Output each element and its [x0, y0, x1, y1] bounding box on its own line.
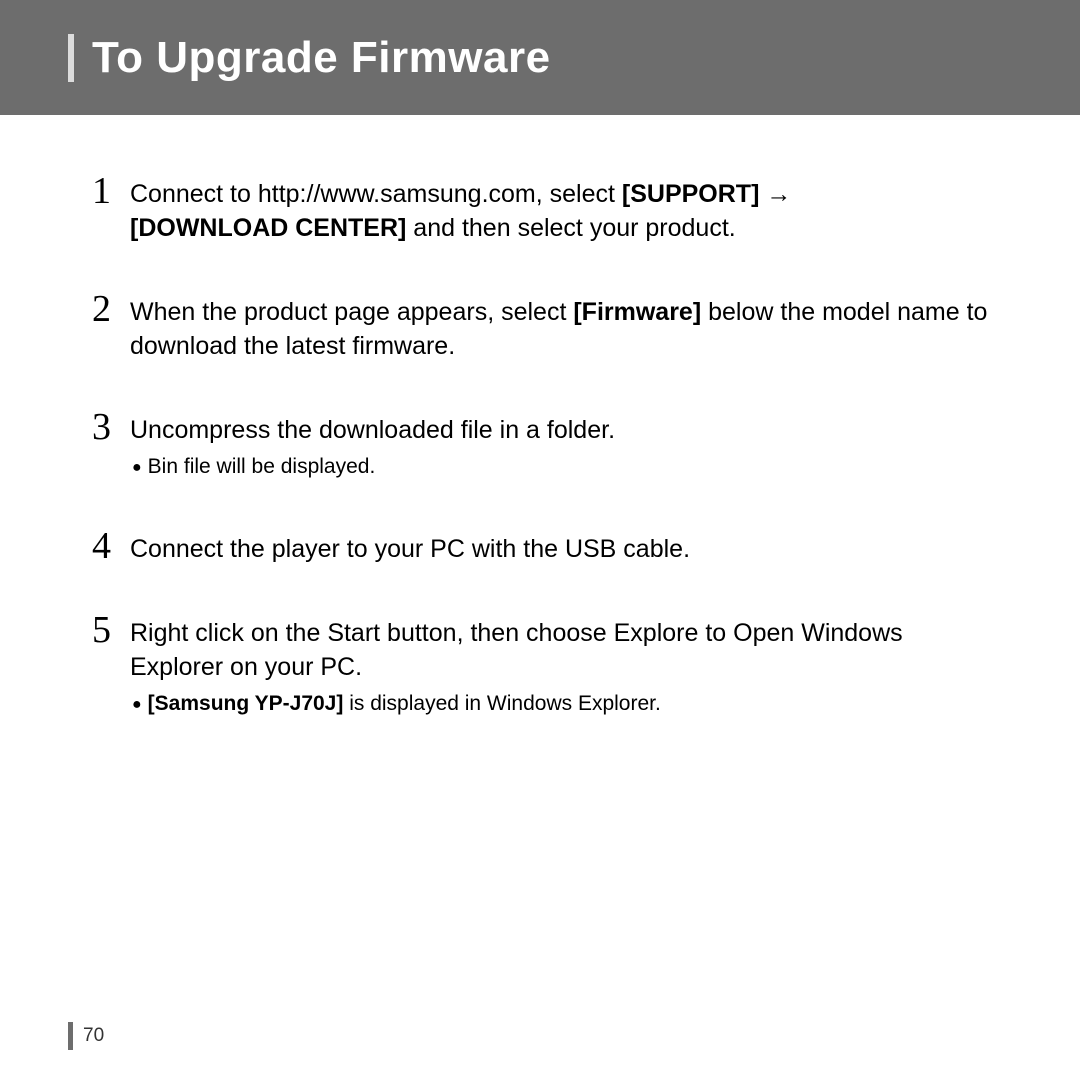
step-2: 2 When the product page appears, select …: [92, 293, 988, 363]
step-number: 2: [92, 293, 120, 325]
step-3: 3 Uncompress the downloaded file in a fo…: [92, 411, 988, 482]
content-body: 1 Connect to http://www.samsung.com, sel…: [0, 115, 1080, 719]
bullet-icon: ●: [132, 454, 142, 482]
step-5: 5 Right click on the Start button, then …: [92, 614, 988, 719]
step-number: 5: [92, 614, 120, 646]
text: Connect the player to your PC with the U…: [130, 535, 690, 563]
sub-bullet: ● Bin file will be displayed.: [130, 453, 988, 482]
text: and then select your product.: [406, 214, 735, 242]
header-rule: [68, 34, 74, 82]
footer-rule: [68, 1022, 73, 1050]
step-text: Uncompress the downloaded file in a fold…: [130, 411, 988, 482]
page-footer: 70: [68, 1022, 104, 1050]
bold-text: [Firmware]: [573, 298, 701, 326]
page-header: To Upgrade Firmware: [0, 0, 1080, 115]
step-number: 1: [92, 175, 120, 207]
page-title: To Upgrade Firmware: [92, 33, 551, 83]
step-text: Connect the player to your PC with the U…: [130, 530, 988, 566]
step-text: Right click on the Start button, then ch…: [130, 614, 988, 719]
text: Connect to http://www.samsung.com, selec…: [130, 180, 622, 208]
step-text: Connect to http://www.samsung.com, selec…: [130, 175, 988, 245]
sub-bullet: ● [Samsung YP-J70J] is displayed in Windo…: [130, 690, 988, 719]
bold-text: [DOWNLOAD CENTER]: [130, 214, 406, 242]
bullet-icon: ●: [132, 691, 142, 719]
step-number: 3: [92, 411, 120, 443]
sub-text: Bin file will be displayed.: [148, 455, 376, 478]
sub-text: is displayed in Windows Explorer.: [343, 692, 660, 715]
step-number: 4: [92, 530, 120, 562]
step-text: When the product page appears, select [F…: [130, 293, 988, 363]
text: Uncompress the downloaded file in a fold…: [130, 416, 615, 444]
bold-text: [Samsung YP-J70J]: [148, 692, 344, 715]
bold-text: [SUPPORT]: [622, 180, 760, 208]
text: When the product page appears, select: [130, 298, 573, 326]
step-1: 1 Connect to http://www.samsung.com, sel…: [92, 175, 988, 245]
page-number: 70: [83, 1025, 104, 1047]
text: Right click on the Start button, then ch…: [130, 619, 903, 681]
step-4: 4 Connect the player to your PC with the…: [92, 530, 988, 566]
arrow-icon: →: [759, 180, 791, 208]
